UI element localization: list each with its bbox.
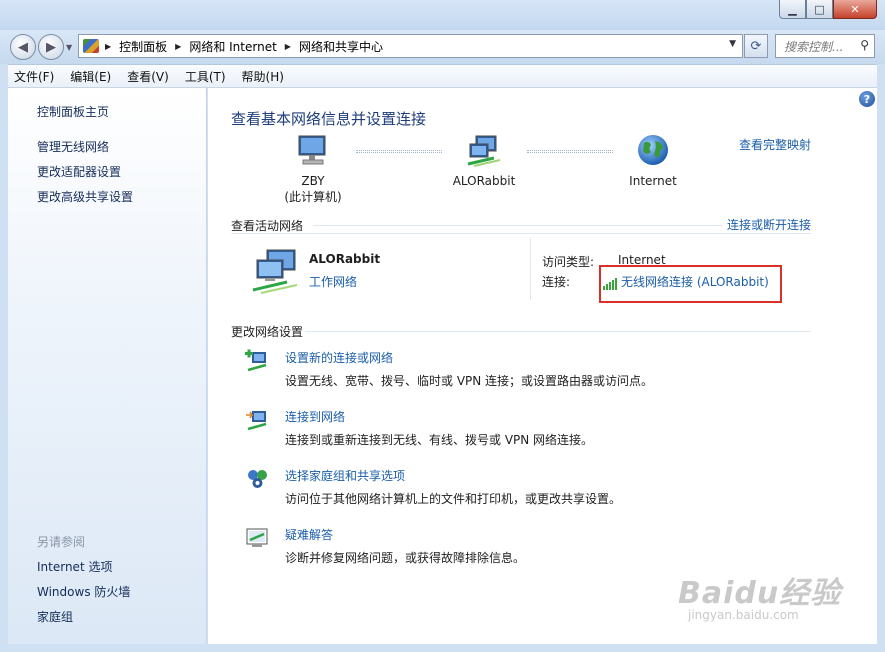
access-type-label: 访问类型: bbox=[542, 255, 595, 269]
task-link[interactable]: 连接到网络 bbox=[285, 408, 345, 425]
menu-tools[interactable]: 工具(T) bbox=[185, 68, 226, 85]
connect-network-icon bbox=[246, 411, 267, 431]
task-link[interactable]: 选择家庭组和共享选项 bbox=[285, 467, 405, 484]
close-button[interactable]: ✕ bbox=[833, 0, 877, 19]
page-title: 查看基本网络信息并设置连接 bbox=[231, 110, 427, 128]
homegroup-icon bbox=[248, 470, 267, 488]
task-link[interactable]: 疑难解答 bbox=[285, 526, 333, 543]
address-bar[interactable]: ▶ 控制面板 ▶ 网络和 Internet ▶ 网络和共享中心 ▼ bbox=[78, 34, 743, 58]
task-link[interactable]: 设置新的连接或网络 bbox=[285, 349, 393, 366]
back-arrow-icon: ◀ bbox=[18, 39, 28, 55]
baidu-watermark: Baidu经验 jingyan.baidu.com bbox=[678, 568, 878, 622]
change-settings-heading: 更改网络设置 bbox=[231, 325, 304, 339]
node-name: Internet bbox=[629, 174, 677, 188]
watermark-logo: Baidu经验 bbox=[678, 576, 842, 611]
section-divider bbox=[305, 331, 811, 332]
work-network-icon bbox=[252, 249, 298, 294]
menu-help[interactable]: 帮助(H) bbox=[242, 68, 284, 85]
sidebar-homegroup[interactable]: 家庭组 bbox=[37, 608, 73, 625]
node-this-computer[interactable]: ZBY (此计算机) bbox=[278, 134, 348, 205]
search-input[interactable]: 搜索控制... ⚲ bbox=[775, 34, 875, 58]
sidebar-advanced-sharing[interactable]: 更改高级共享设置 bbox=[37, 188, 133, 205]
sidebar-control-panel-home[interactable]: 控制面板主页 bbox=[37, 103, 109, 120]
view-full-map-link[interactable]: 查看完整映射 bbox=[739, 136, 811, 153]
menu-view[interactable]: 查看(V) bbox=[127, 68, 169, 85]
sidebar-manage-wireless[interactable]: 管理无线网络 bbox=[37, 138, 109, 155]
breadcrumb-control-panel[interactable]: 控制面板 bbox=[119, 38, 167, 55]
computer-icon bbox=[298, 135, 326, 165]
menu-file[interactable]: 文件(F) bbox=[14, 68, 54, 85]
vertical-divider bbox=[530, 238, 531, 300]
chevron-right-icon[interactable]: ▶ bbox=[175, 42, 181, 51]
refresh-icon: ⟳ bbox=[750, 38, 762, 54]
task-description: 诊断并修复网络问题，或获得故障排除信息。 bbox=[285, 551, 526, 565]
node-network[interactable]: ALORabbit bbox=[444, 134, 524, 188]
title-bar: ▁ □ ✕ bbox=[0, 0, 885, 30]
active-networks-heading: 查看活动网络 bbox=[231, 219, 304, 233]
watermark-url: jingyan.baidu.com bbox=[688, 608, 799, 622]
network-name: ALORabbit bbox=[309, 252, 381, 266]
connect-disconnect-link[interactable]: 连接或断开连接 bbox=[727, 216, 811, 233]
node-internet[interactable]: Internet bbox=[616, 134, 690, 188]
sidebar: 控制面板主页 管理无线网络 更改适配器设置 更改高级共享设置 另请参阅 Inte… bbox=[8, 88, 207, 644]
connection-label: 连接: bbox=[542, 275, 571, 289]
address-dropdown-icon[interactable]: ▼ bbox=[729, 39, 736, 49]
new-connection-icon bbox=[245, 349, 267, 372]
menu-bar: 文件(F) 编辑(E) 查看(V) 工具(T) 帮助(H) bbox=[8, 64, 877, 88]
main-panel: ? 查看基本网络信息并设置连接 查看完整映射 ZBY (此计算机) ALORab… bbox=[208, 88, 877, 644]
network-type-link[interactable]: 工作网络 bbox=[309, 273, 357, 290]
task-description: 设置无线、宽带、拨号、临时或 VPN 连接；或设置路由器或访问点。 bbox=[285, 374, 654, 388]
network-icon bbox=[467, 135, 501, 167]
section-divider bbox=[313, 225, 723, 226]
forward-button[interactable]: ▶ bbox=[38, 34, 64, 60]
chevron-right-icon[interactable]: ▶ bbox=[105, 42, 111, 51]
refresh-button[interactable]: ⟳ bbox=[744, 34, 768, 58]
node-name: ZBY bbox=[301, 174, 325, 188]
navigation-bar: ◀ ▶ ▼ ▶ 控制面板 ▶ 网络和 Internet ▶ 网络和共享中心 ▼ … bbox=[0, 30, 885, 64]
menu-edit[interactable]: 编辑(E) bbox=[70, 68, 111, 85]
globe-icon bbox=[638, 135, 668, 165]
troubleshoot-icon bbox=[246, 528, 268, 547]
sidebar-windows-firewall[interactable]: Windows 防火墙 bbox=[37, 583, 130, 600]
minimize-button[interactable]: ▁ bbox=[779, 0, 806, 19]
back-button[interactable]: ◀ bbox=[10, 34, 36, 60]
history-dropdown-icon[interactable]: ▼ bbox=[66, 43, 72, 52]
sidebar-internet-options[interactable]: Internet 选项 bbox=[37, 558, 112, 575]
control-panel-icon bbox=[83, 39, 99, 53]
task-description: 访问位于其他网络计算机上的文件和打印机，或更改共享设置。 bbox=[285, 492, 622, 506]
node-sub: (此计算机) bbox=[284, 190, 342, 204]
see-also-heading: 另请参阅 bbox=[37, 535, 86, 549]
breadcrumb-network-center[interactable]: 网络和共享中心 bbox=[299, 38, 383, 55]
window-controls: ▁ □ ✕ bbox=[779, 0, 877, 19]
sidebar-change-adapter[interactable]: 更改适配器设置 bbox=[37, 163, 121, 180]
section-divider bbox=[231, 233, 811, 234]
highlight-box bbox=[599, 265, 782, 303]
forward-arrow-icon: ▶ bbox=[46, 39, 56, 55]
search-placeholder: 搜索控制... bbox=[784, 39, 844, 54]
breadcrumb-network-internet[interactable]: 网络和 Internet bbox=[189, 38, 276, 55]
connection-line bbox=[527, 150, 613, 153]
maximize-button[interactable]: □ bbox=[806, 0, 833, 19]
help-icon[interactable]: ? bbox=[859, 91, 875, 107]
connection-line bbox=[356, 150, 442, 153]
task-description: 连接到或重新连接到无线、有线、拨号或 VPN 网络连接。 bbox=[285, 433, 594, 447]
chevron-right-icon[interactable]: ▶ bbox=[285, 42, 291, 51]
node-name: ALORabbit bbox=[452, 174, 516, 188]
search-icon[interactable]: ⚲ bbox=[860, 38, 869, 52]
